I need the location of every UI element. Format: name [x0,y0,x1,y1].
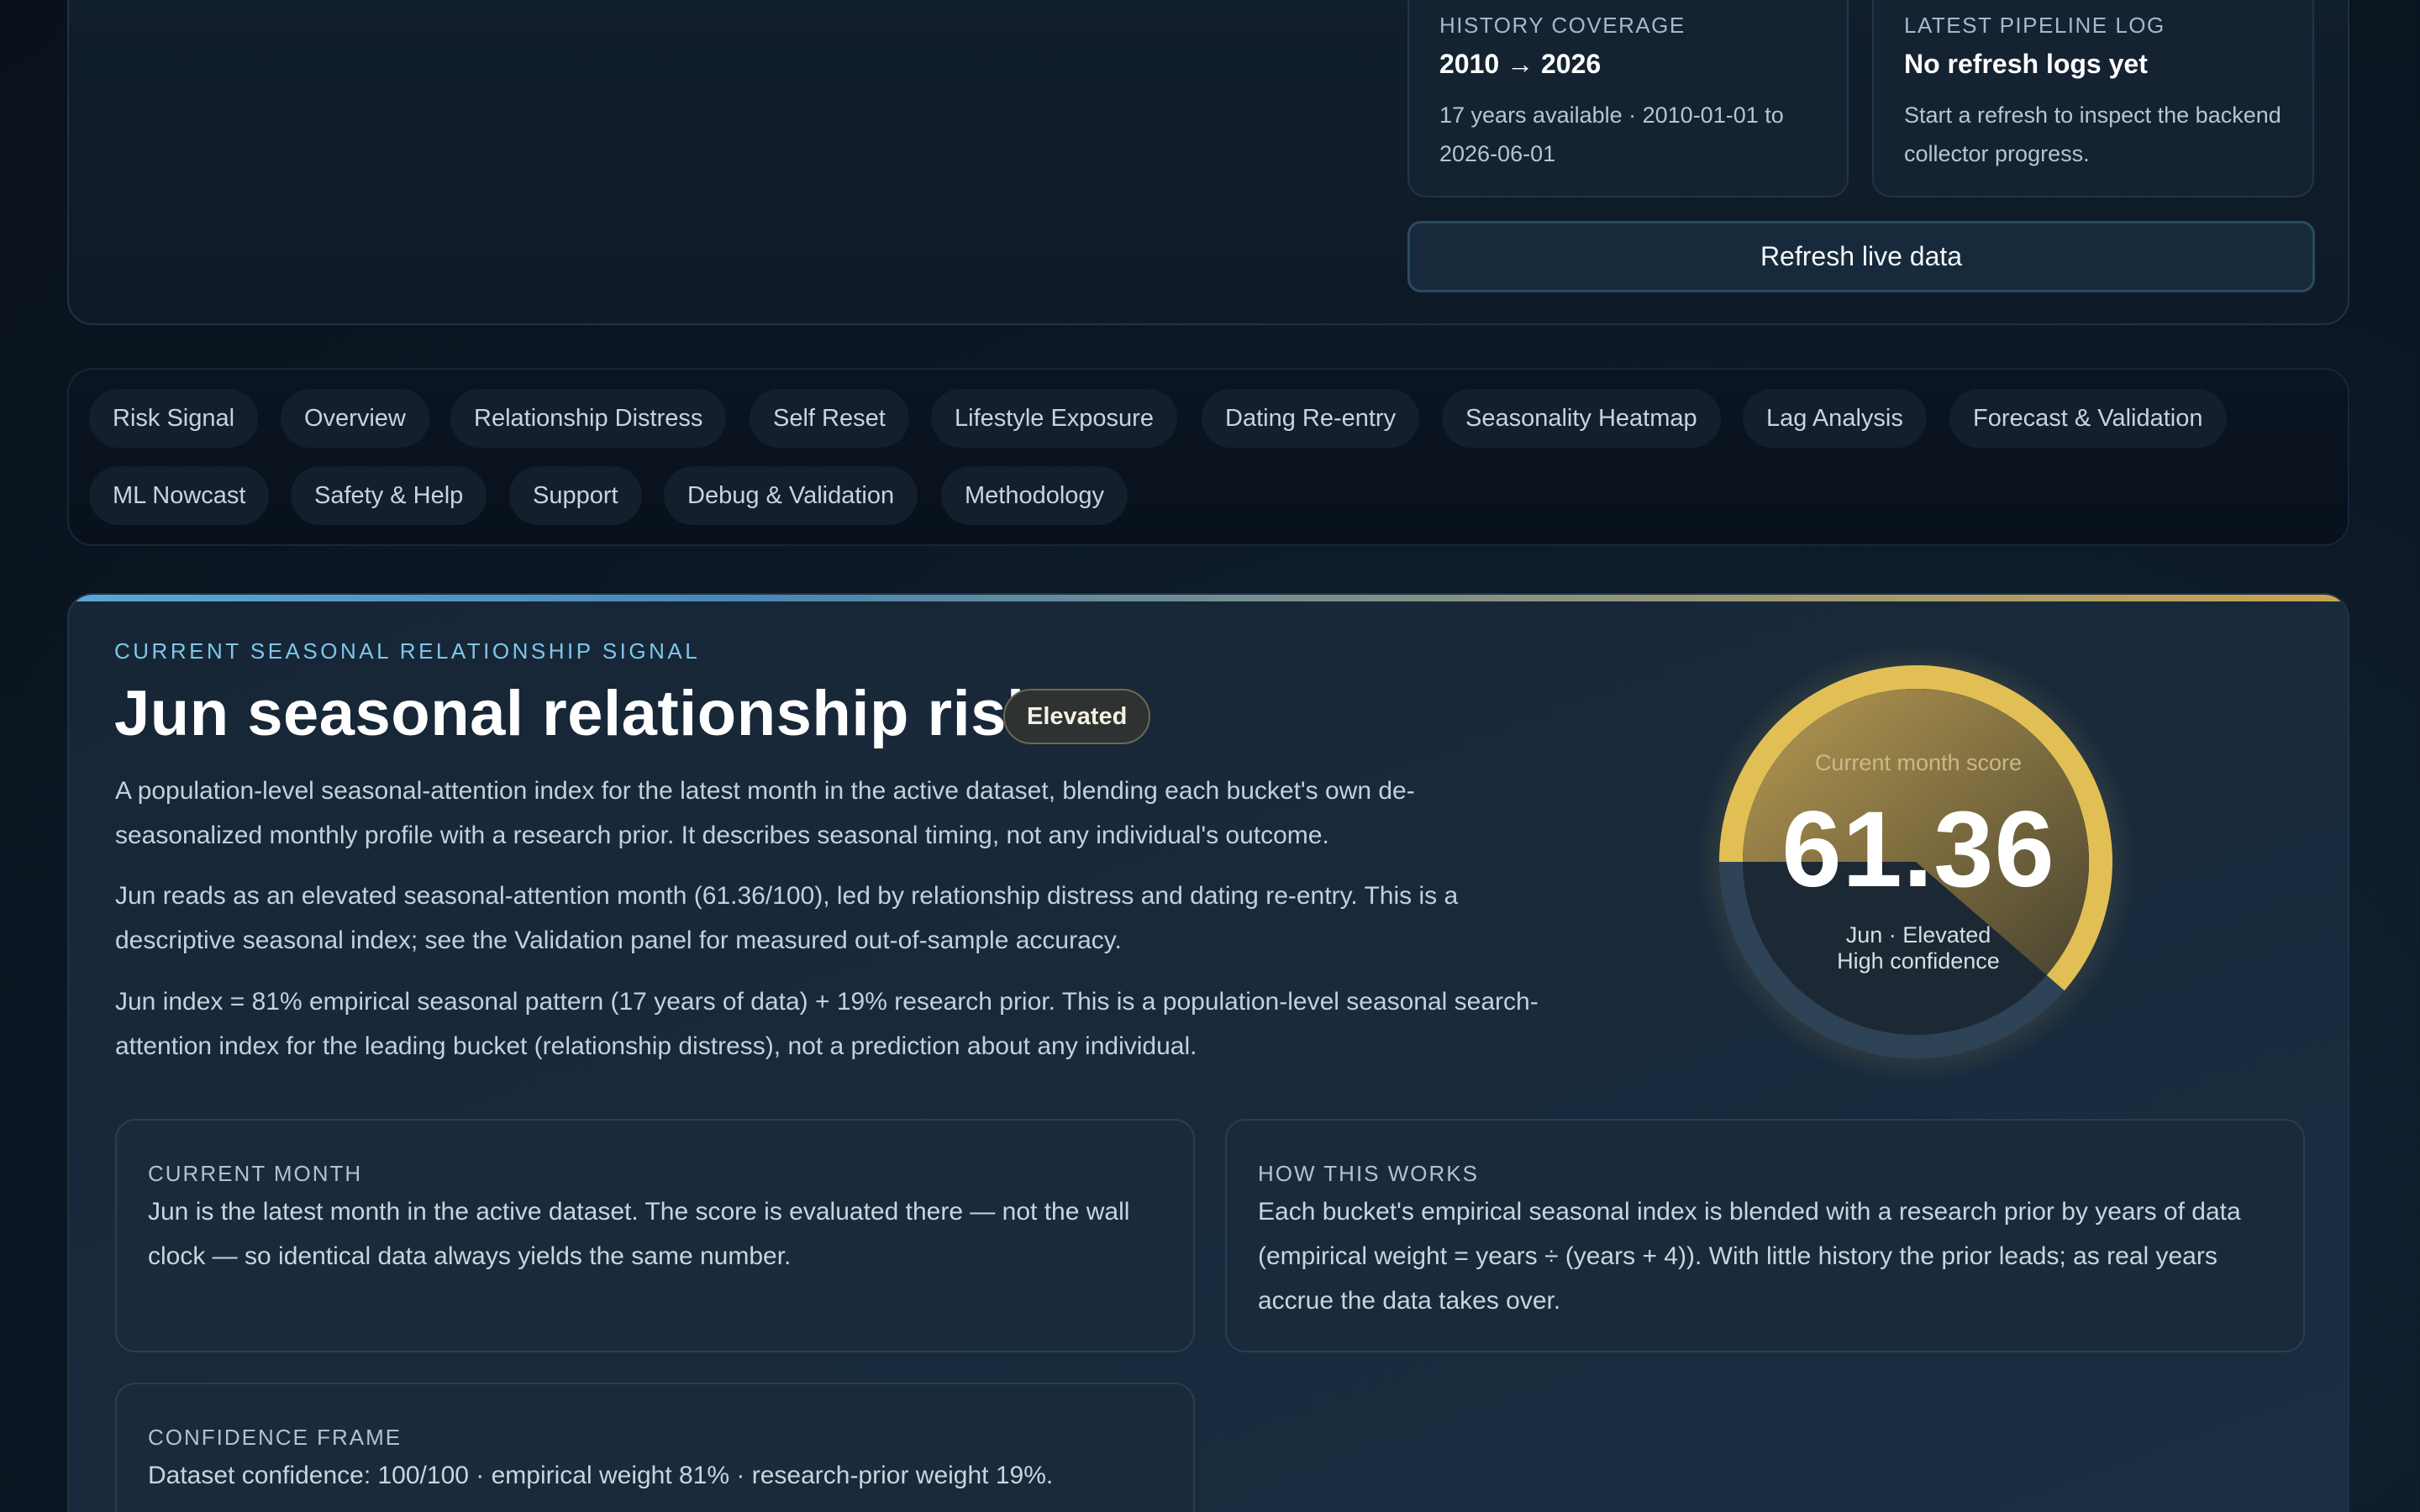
page-title: Jun seasonal relationship risk [114,678,1043,749]
tab-overview[interactable]: Overview [281,389,429,448]
tab-risk-signal[interactable]: Risk Signal [89,389,259,448]
index-paragraph: Jun index = 81% empirical seasonal patte… [115,988,1539,1060]
tab-methodology[interactable]: Methodology [941,466,1128,525]
gauge-confidence: High confidence [1837,948,2000,974]
tab-seasonality-heatmap[interactable]: Seasonality Heatmap [1442,389,1721,448]
current-month-kicker: CURRENT MONTH [148,1161,363,1186]
pipeline-log-body: Start a refresh to inspect the backend c… [1904,102,2281,166]
gauge-status: Jun · Elevated [1845,922,1991,948]
gauge-label: Current month score [1814,750,2023,775]
tab-self-reset[interactable]: Self Reset [750,389,909,448]
how-this-works-kicker: HOW THIS WORKS [1258,1161,1479,1186]
tab-support[interactable]: Support [509,466,642,525]
history-coverage-title: 2010 → 2026 [1439,49,1602,79]
tab-safety-help[interactable]: Safety & Help [291,466,487,525]
tab-relationship-distress[interactable]: Relationship Distress [450,389,727,448]
confidence-frame-body: Dataset confidence: 100/100 · empirical … [148,1462,1054,1489]
tab-ml-nowcast[interactable]: ML Nowcast [89,466,270,525]
tab-lag-analysis[interactable]: Lag Analysis [1743,389,1927,448]
confidence-frame-card: CONFIDENCE FRAME Dataset confidence: 100… [115,1383,1195,1512]
current-month-card: CURRENT MONTH Jun is the latest month in… [115,1119,1195,1352]
tab-debug-validation[interactable]: Debug & Validation [664,466,918,525]
pipeline-log-card: LATEST PIPELINE LOG No refresh logs yet … [1872,0,2314,197]
pipeline-log-kicker: LATEST PIPELINE LOG [1904,13,2165,38]
history-coverage-card: HISTORY COVERAGE 2010 → 2026 17 years av… [1407,0,1849,197]
tab-dating-re-entry[interactable]: Dating Re-entry [1202,389,1420,448]
signal-kicker: CURRENT SEASONAL RELATIONSHIP SIGNAL [114,638,701,664]
current-month-body: Jun is the latest month in the active da… [148,1198,1130,1270]
how-this-works-card: HOW THIS WORKS Each bucket's empirical s… [1225,1119,2305,1352]
status-badge: Elevated [1003,689,1151,744]
gauge-value: 61.36 [1781,790,2055,910]
pipeline-log-title: No refresh logs yet [1904,49,2148,79]
tab-forecast-validation[interactable]: Forecast & Validation [1949,389,2227,448]
intro-paragraph: A population-level seasonal-attention in… [115,777,1415,849]
refresh-live-data-button[interactable]: Refresh live data [1407,221,2315,292]
confidence-frame-kicker: CONFIDENCE FRAME [148,1425,402,1450]
reading-paragraph: Jun reads as an elevated seasonal-attent… [115,882,1459,954]
accent-bar [69,595,2348,601]
history-coverage-body: 17 years available · 2010-01-01 to 2026-… [1439,102,1784,166]
tab-lifestyle-exposure[interactable]: Lifestyle Exposure [931,389,1177,448]
history-coverage-kicker: HISTORY COVERAGE [1439,13,1686,38]
how-this-works-body: Each bucket's empirical seasonal index i… [1258,1198,2241,1315]
